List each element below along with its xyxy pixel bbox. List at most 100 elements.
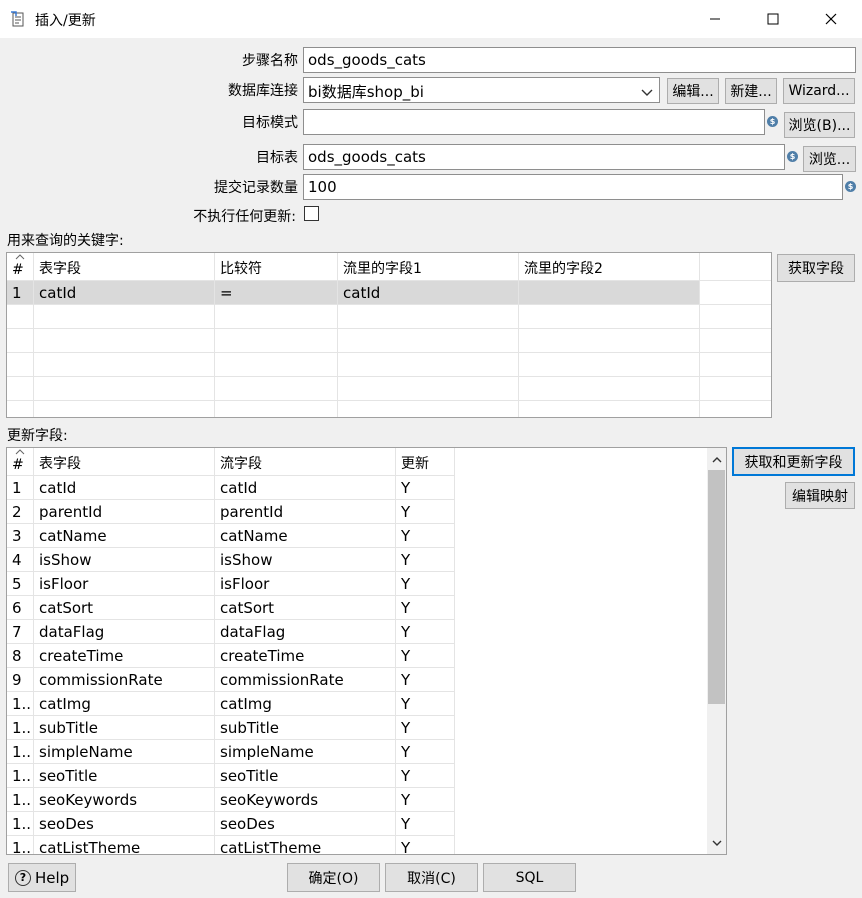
edit-connection-button[interactable]: 编辑... bbox=[667, 78, 719, 104]
cell-update[interactable]: Y bbox=[396, 692, 455, 716]
table-row[interactable]: 1 catId catId Y bbox=[7, 476, 455, 500]
scroll-thumb[interactable] bbox=[708, 470, 725, 704]
cell-update[interactable]: Y bbox=[396, 788, 455, 812]
update-grid[interactable]: # 表字段 流字段 更新 1 catId catId Y 2 parentId parent… bbox=[6, 447, 727, 855]
table-row[interactable]: 1.. seoKeywords seoKeywords Y bbox=[7, 788, 455, 812]
get-fields-button[interactable]: 获取字段 bbox=[777, 254, 855, 282]
cell-table-field[interactable]: catListTheme bbox=[34, 836, 215, 854]
cell-table-field[interactable]: dataFlag bbox=[34, 620, 215, 644]
cell-stream-field[interactable]: catImg bbox=[215, 692, 396, 716]
step-name-input[interactable]: ods_goods_cats bbox=[303, 47, 856, 73]
ok-button[interactable]: 确定(O) bbox=[287, 863, 380, 892]
table-row[interactable]: 2 parentId parentId Y bbox=[7, 500, 455, 524]
get-update-fields-button[interactable]: 获取和更新字段 bbox=[732, 447, 855, 476]
cell-stream-field[interactable]: seoDes bbox=[215, 812, 396, 836]
minimize-button[interactable] bbox=[686, 0, 744, 38]
cell-update[interactable]: Y bbox=[396, 644, 455, 668]
cell-stream-field[interactable]: isShow bbox=[215, 548, 396, 572]
cell-update[interactable]: Y bbox=[396, 500, 455, 524]
key-col-comparator[interactable]: 比较符 bbox=[215, 253, 338, 281]
cell-table-field[interactable]: seoDes bbox=[34, 812, 215, 836]
table-row[interactable]: 8 createTime createTime Y bbox=[7, 644, 455, 668]
table-row[interactable]: 5 isFloor isFloor Y bbox=[7, 572, 455, 596]
maximize-button[interactable] bbox=[744, 0, 802, 38]
key-col-num[interactable]: # bbox=[7, 253, 34, 281]
target-schema-input[interactable] bbox=[303, 109, 765, 135]
db-connection-select[interactable]: bi数据库shop_bi bbox=[303, 77, 660, 103]
cell-table-field[interactable]: commissionRate bbox=[34, 668, 215, 692]
cell-table-field[interactable]: isFloor bbox=[34, 572, 215, 596]
cancel-button[interactable]: 取消(C) bbox=[385, 863, 478, 892]
cell-table-field[interactable]: isShow bbox=[34, 548, 215, 572]
edit-mapping-button[interactable]: 编辑映射 bbox=[785, 482, 855, 509]
cell-stream-field[interactable]: catId bbox=[215, 476, 396, 500]
update-col-table-field[interactable]: 表字段 bbox=[34, 448, 215, 476]
no-update-checkbox[interactable] bbox=[304, 206, 319, 221]
cell-update[interactable]: Y bbox=[396, 548, 455, 572]
sql-button[interactable]: SQL bbox=[483, 863, 576, 892]
key-col-stream-field1[interactable]: 流里的字段1 bbox=[338, 253, 519, 281]
new-connection-button[interactable]: 新建... bbox=[725, 78, 777, 104]
update-col-update[interactable]: 更新 bbox=[396, 448, 455, 476]
browse-table-button[interactable]: 浏览... bbox=[803, 146, 856, 172]
cell-table-field[interactable]: catId bbox=[34, 476, 215, 500]
cell-stream-field[interactable]: catSort bbox=[215, 596, 396, 620]
help-button[interactable]: ? Help bbox=[8, 863, 76, 892]
commit-size-input[interactable]: 100 bbox=[303, 174, 843, 200]
cell-update[interactable]: Y bbox=[396, 524, 455, 548]
cell-update[interactable]: Y bbox=[396, 572, 455, 596]
cell-table-field[interactable]: subTitle bbox=[34, 716, 215, 740]
key-col-stream-field2[interactable]: 流里的字段2 bbox=[519, 253, 700, 281]
table-row[interactable]: 7 dataFlag dataFlag Y bbox=[7, 620, 455, 644]
update-grid-scrollbar[interactable] bbox=[707, 448, 726, 854]
cell-table-field[interactable]: seoKeywords bbox=[34, 788, 215, 812]
table-row[interactable]: 1.. seoDes seoDes Y bbox=[7, 812, 455, 836]
table-row[interactable]: 3 catName catName Y bbox=[7, 524, 455, 548]
wizard-button[interactable]: Wizard... bbox=[783, 78, 855, 104]
cell-stream-field[interactable]: dataFlag bbox=[215, 620, 396, 644]
cell-update[interactable]: Y bbox=[396, 764, 455, 788]
cell-stream-field[interactable]: isFloor bbox=[215, 572, 396, 596]
close-button[interactable] bbox=[802, 0, 860, 38]
cell-table-field[interactable]: catName bbox=[34, 524, 215, 548]
cell-stream-field[interactable]: parentId bbox=[215, 500, 396, 524]
table-row[interactable]: 1.. catListTheme catListTheme Y bbox=[7, 836, 455, 854]
table-row[interactable]: 1.. catImg catImg Y bbox=[7, 692, 455, 716]
cell-stream-field[interactable]: seoKeywords bbox=[215, 788, 396, 812]
target-table-input[interactable]: ods_goods_cats bbox=[303, 144, 785, 170]
cell-update[interactable]: Y bbox=[396, 812, 455, 836]
table-row[interactable]: 1.. subTitle subTitle Y bbox=[7, 716, 455, 740]
cell-update[interactable]: Y bbox=[396, 836, 455, 854]
cell-stream-field[interactable]: simpleName bbox=[215, 740, 396, 764]
cell-table-field[interactable]: simpleName bbox=[34, 740, 215, 764]
cell-update[interactable]: Y bbox=[396, 716, 455, 740]
table-row[interactable]: 1 catId = catId bbox=[7, 281, 771, 305]
browse-schema-button[interactable]: 浏览(B)... bbox=[784, 112, 855, 138]
cell-update[interactable]: Y bbox=[396, 740, 455, 764]
cell-table-field[interactable]: catImg bbox=[34, 692, 215, 716]
cell-update[interactable]: Y bbox=[396, 476, 455, 500]
cell-stream-field[interactable]: catListTheme bbox=[215, 836, 396, 854]
table-row[interactable]: 9 commissionRate commissionRate Y bbox=[7, 668, 455, 692]
update-col-stream-field[interactable]: 流字段 bbox=[215, 448, 396, 476]
cell-update[interactable]: Y bbox=[396, 668, 455, 692]
scroll-up-arrow[interactable] bbox=[707, 450, 726, 469]
table-row[interactable]: 6 catSort catSort Y bbox=[7, 596, 455, 620]
cell-stream-field[interactable]: seoTitle bbox=[215, 764, 396, 788]
cell-table-field[interactable]: catSort bbox=[34, 596, 215, 620]
cell-table-field[interactable]: parentId bbox=[34, 500, 215, 524]
key-grid[interactable]: # 表字段 比较符 流里的字段1 流里的字段2 1 catId = catId bbox=[6, 252, 772, 418]
table-row[interactable]: 1.. simpleName simpleName Y bbox=[7, 740, 455, 764]
table-row[interactable]: 1.. seoTitle seoTitle Y bbox=[7, 764, 455, 788]
cell-table-field[interactable]: seoTitle bbox=[34, 764, 215, 788]
key-col-table-field[interactable]: 表字段 bbox=[34, 253, 215, 281]
cell-stream-field[interactable]: commissionRate bbox=[215, 668, 396, 692]
cell-update[interactable]: Y bbox=[396, 596, 455, 620]
cell-update[interactable]: Y bbox=[396, 620, 455, 644]
cell-stream-field[interactable]: subTitle bbox=[215, 716, 396, 740]
cell-stream-field[interactable]: catName bbox=[215, 524, 396, 548]
update-col-num[interactable]: # bbox=[7, 448, 34, 476]
scroll-down-arrow[interactable] bbox=[707, 833, 726, 852]
table-row[interactable]: 4 isShow isShow Y bbox=[7, 548, 455, 572]
cell-table-field[interactable]: createTime bbox=[34, 644, 215, 668]
